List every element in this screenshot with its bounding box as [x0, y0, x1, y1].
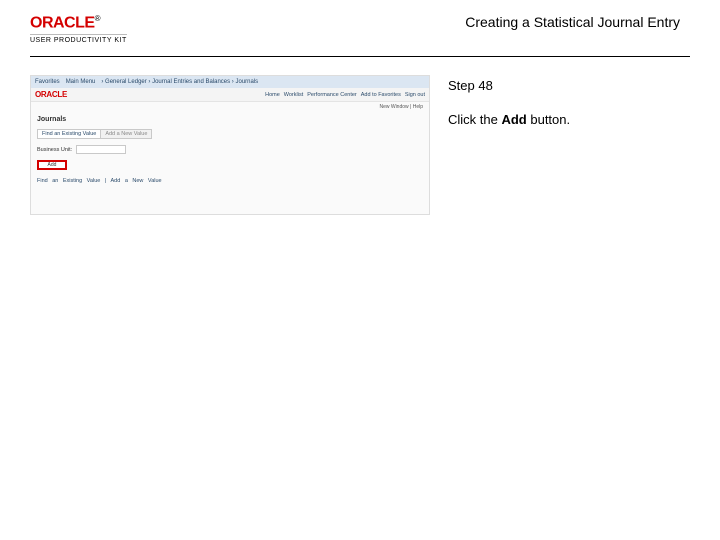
trademark-symbol: ® — [95, 14, 100, 23]
nav-links: Home Worklist Performance Center Add to … — [265, 92, 425, 98]
instruction-post: button. — [527, 112, 570, 127]
screen-footer-links: Find an Existing Value | Add a New Value — [37, 178, 423, 184]
brand-logo-block: ORACLE® USER PRODUCTIVITY KIT — [30, 14, 127, 44]
breadcrumb-bar: Favorites Main Menu › General Ledger › J… — [31, 76, 429, 88]
field-row: Business Unit: — [37, 145, 423, 154]
content-area: Favorites Main Menu › General Ledger › J… — [0, 75, 720, 215]
screenshot-body: Journals Find an Existing Value Add a Ne… — [31, 112, 429, 188]
header-divider — [30, 56, 690, 57]
instruction-text: Click the Add button. — [448, 111, 682, 129]
tab-strip: Find an Existing Value Add a New Value — [37, 129, 423, 139]
breadcrumb-item: Main Menu — [66, 79, 96, 85]
nav-add-fav: Add to Favorites — [361, 92, 401, 98]
business-unit-label: Business Unit: — [37, 147, 72, 153]
instruction-pre: Click the — [448, 112, 501, 127]
page-title: Creating a Statistical Journal Entry — [465, 14, 680, 30]
sub-toolbar: New Window | Help — [31, 102, 429, 112]
app-oracle-logo: ORACLE — [35, 90, 67, 99]
business-unit-input — [76, 145, 126, 154]
oracle-logo-text: ORACLE — [30, 14, 95, 31]
breadcrumb-item: Favorites — [35, 79, 60, 85]
instruction-panel: Step 48 Click the Add button. — [430, 75, 690, 215]
oracle-logo: ORACLE® — [30, 14, 100, 32]
nav-signout: Sign out — [405, 92, 425, 98]
product-subtitle: USER PRODUCTIVITY KIT — [30, 34, 127, 44]
nav-worklist: Worklist — [284, 92, 303, 98]
breadcrumb-item: › General Ledger › Journal Entries and B… — [101, 79, 258, 85]
screen-heading: Journals — [37, 116, 423, 123]
step-number: Step 48 — [448, 77, 682, 95]
nav-perf: Performance Center — [307, 92, 357, 98]
tab-find-existing: Find an Existing Value — [37, 129, 101, 139]
add-button[interactable]: Add — [37, 160, 67, 170]
instruction-target: Add — [501, 112, 526, 127]
app-screenshot: Favorites Main Menu › General Ledger › J… — [30, 75, 430, 215]
nav-home: Home — [265, 92, 280, 98]
app-navbar: ORACLE Home Worklist Performance Center … — [31, 88, 429, 102]
tab-add-new: Add a New Value — [101, 129, 152, 139]
page-header: ORACLE® USER PRODUCTIVITY KIT Creating a… — [0, 0, 720, 52]
